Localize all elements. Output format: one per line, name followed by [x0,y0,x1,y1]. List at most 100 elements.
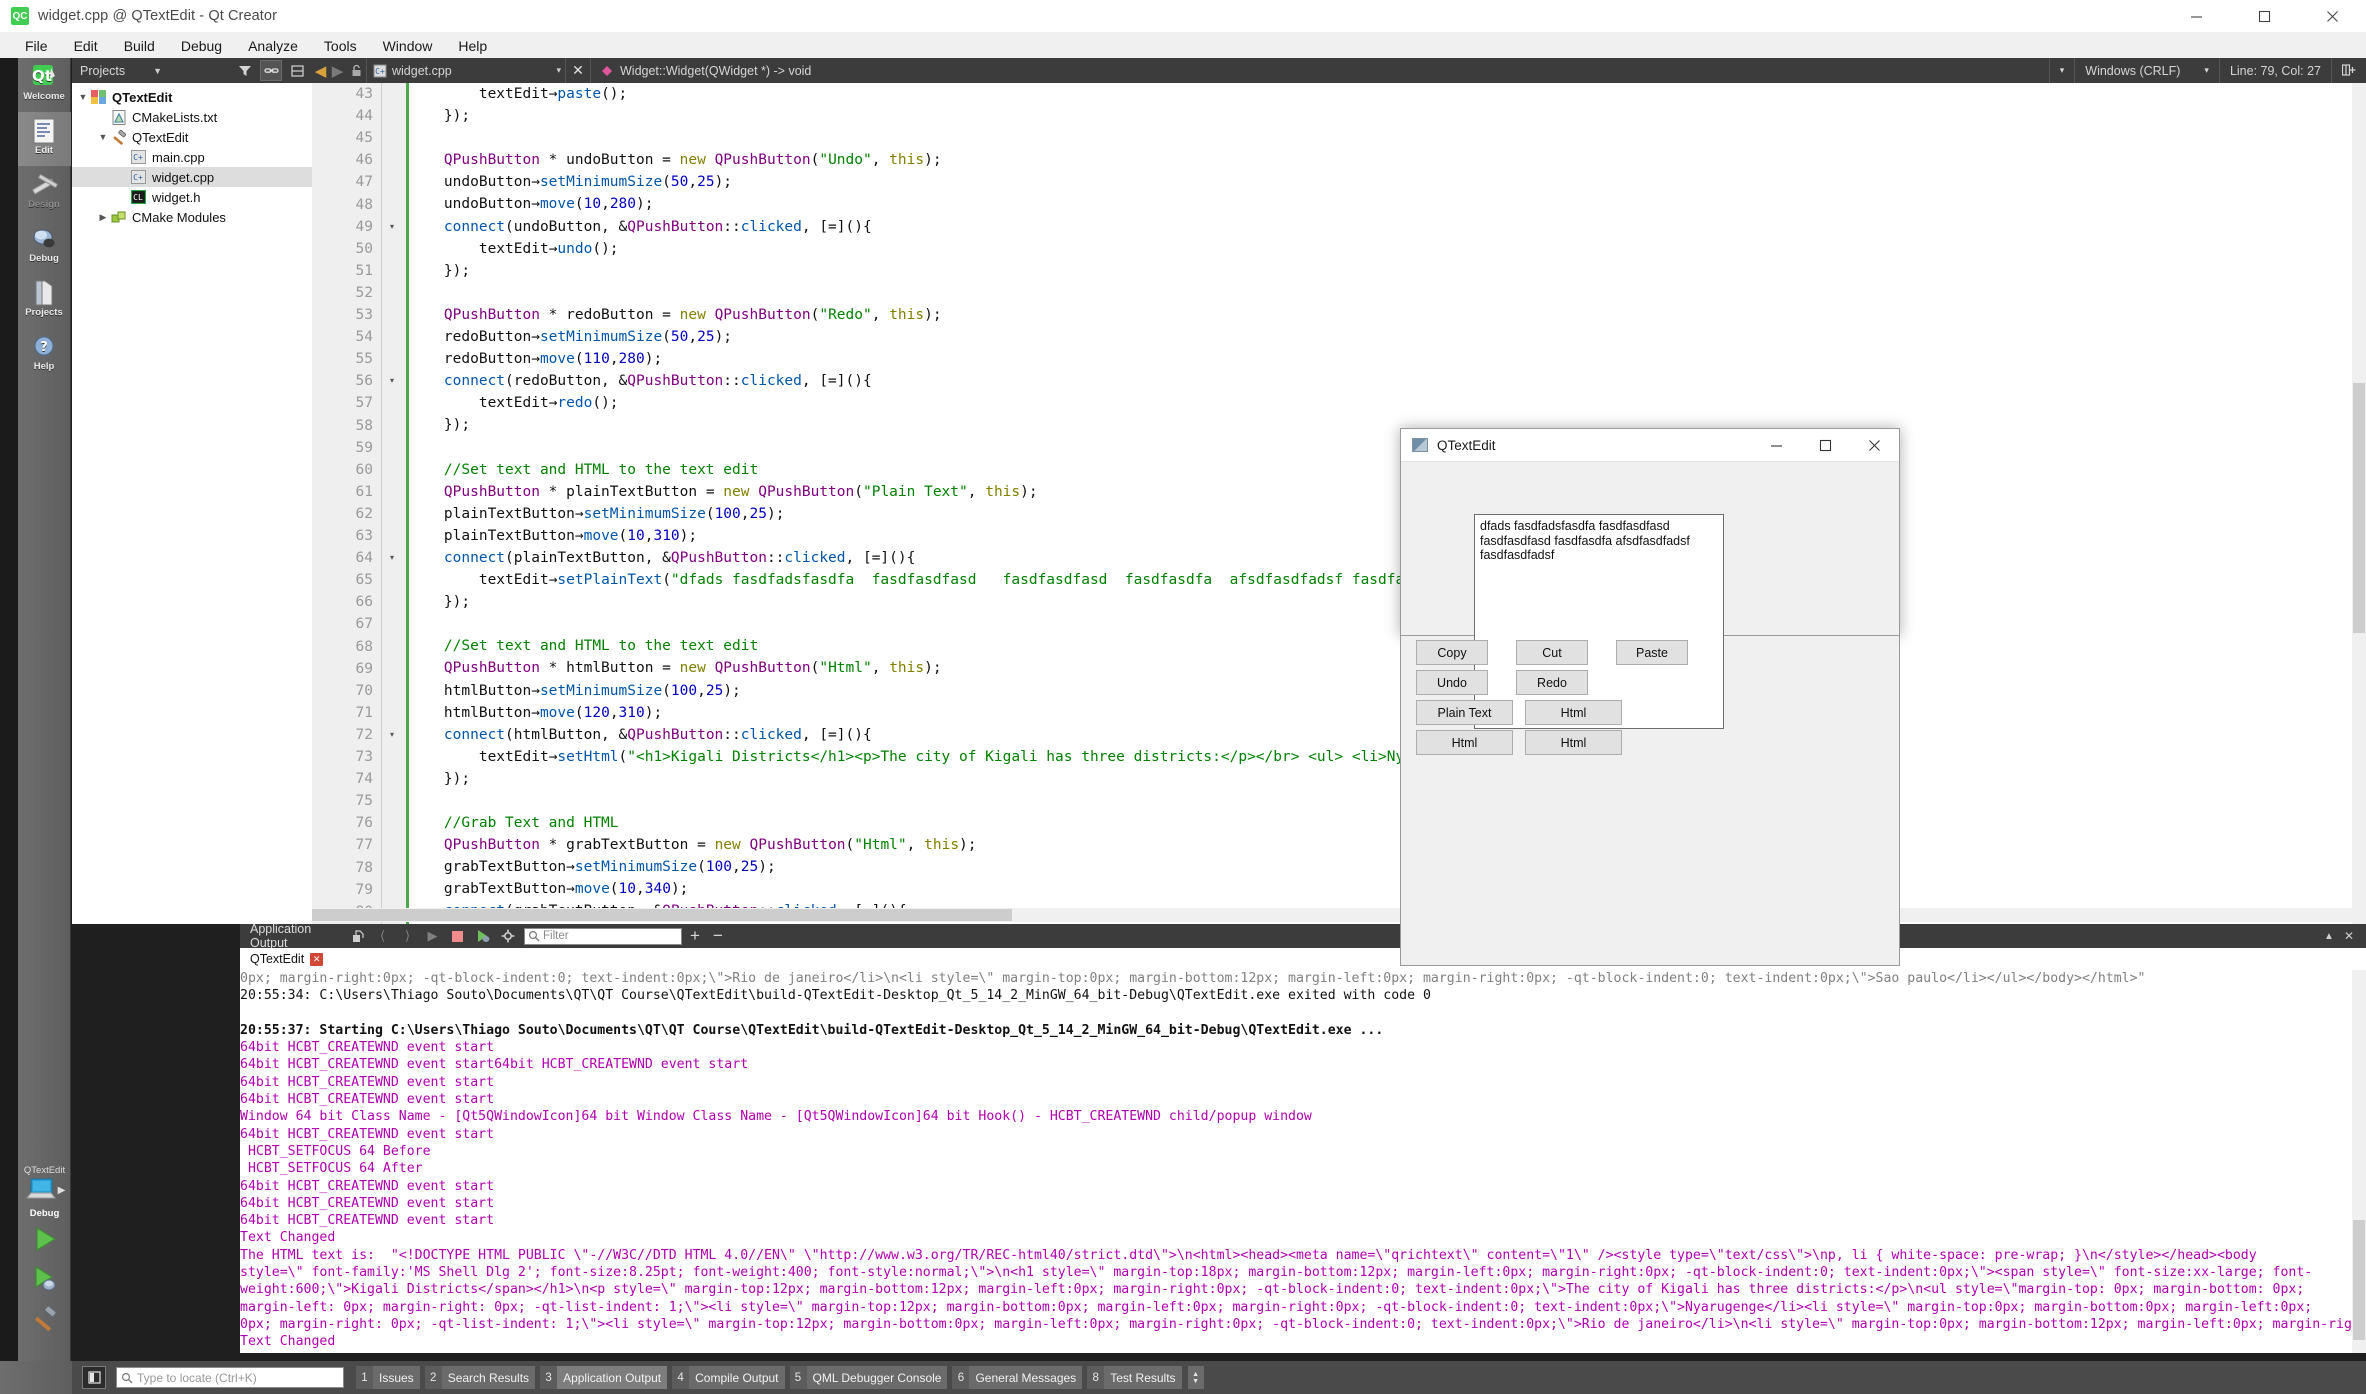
chevron-down-icon[interactable]: ▾ [2060,65,2065,76]
zoom-in-icon[interactable]: + [690,926,700,946]
output-pane-tab-application-output[interactable]: 3 Application Output [540,1366,668,1389]
tree-item-widget-h[interactable]: CL widget.h [72,187,312,207]
chevron-down-icon[interactable]: ▼ [153,66,162,76]
locator-input[interactable]: Type to locate (Ctrl+K) [116,1367,344,1388]
output-pane-tab-general-messages[interactable]: 6 General Messages [952,1366,1083,1389]
tree-item-main-cpp[interactable]: C+ main.cpp [72,147,312,167]
close-icon[interactable] [2298,0,2366,33]
zoom-out-icon[interactable]: − [713,926,723,946]
code-token: 25 [740,859,759,876]
dialog-button-html-8[interactable]: Html [1525,730,1622,755]
attach-debugger-icon[interactable] [470,924,495,948]
tree-item-cmakelists-txt[interactable]: CMakeLists.txt [72,107,312,127]
maximize-icon[interactable] [1801,429,1850,462]
dialog-button-html-7[interactable]: Html [1416,730,1513,755]
close-icon[interactable] [1850,429,1899,462]
close-panel-icon[interactable]: ✕ [2344,929,2354,943]
split-icon[interactable] [286,60,308,81]
fold-toggle-icon[interactable]: ▾ [390,547,394,569]
close-document-icon[interactable]: ✕ [566,62,590,79]
open-file-combo[interactable]: C+ widget.cpp ▾ [366,58,566,83]
close-icon[interactable]: ✕ [310,952,324,966]
menu-item-file[interactable]: File [12,35,61,57]
output-tab-qtextedit[interactable]: QTextEdit ✕ [240,952,324,966]
project-tree[interactable]: ▼ QTextEdit CMakeLists.txt ▼ QTextEdit C+ main… [72,83,312,924]
fold-toggle-icon[interactable]: ▾ [390,370,394,392]
encoding-combo[interactable]: ▾ [2048,58,2075,83]
fold-column[interactable]: ▾▾▾▾▾▾ [382,83,406,924]
symbol-combo[interactable]: Widget::Widget(QWidget *) -> void [590,58,811,83]
dialog-button-paste-2[interactable]: Paste [1616,640,1688,665]
tree-item-qtextedit[interactable]: ▼ QTextEdit [72,87,312,107]
menu-item-edit[interactable]: Edit [61,35,111,57]
output-pane-tab-qml-debugger-console[interactable]: 5 QML Debugger Console [789,1366,948,1389]
output-pane-tab-issues[interactable]: 1 Issues [356,1366,420,1389]
mode-debug[interactable]: Debug [18,220,71,274]
tree-item-qtextedit[interactable]: ▼ QTextEdit [72,127,312,147]
tree-item-widget-cpp[interactable]: C+ widget.cpp [72,167,312,187]
build-button[interactable] [25,1299,65,1339]
dialog-button-html-6[interactable]: Html [1525,700,1622,725]
chevron-down-icon[interactable]: ▾ [2204,65,2209,76]
dialog-button-undo-3[interactable]: Undo [1416,670,1488,695]
chevron-down-icon[interactable]: ▼ [76,92,90,102]
fold-toggle-icon[interactable]: ▾ [390,724,394,746]
tree-item-cmake-modules[interactable]: ▶ CMake Modules [72,207,312,227]
rerun-icon[interactable]: ▶ [420,924,445,948]
code-text-area[interactable]: textEdit→paste(); }); QPushButton * undo… [409,83,2352,924]
menu-item-tools[interactable]: Tools [311,35,370,57]
editor-horizontal-scrollbar[interactable] [312,908,2352,922]
split-editor-icon[interactable] [2331,58,2366,83]
line-ending-combo[interactable]: Windows (CRLF) ▾ [2074,58,2219,83]
qtextedit-content[interactable]: dfads fasdfadsfasdfa fasdfasdfasd fasdfa… [1474,514,1724,729]
output-pane-tab-search-results[interactable]: 2 Search Results [424,1366,536,1389]
output-filter-input[interactable]: Filter [524,927,682,945]
kit-target-button[interactable]: ▶ [24,1176,65,1204]
stop-icon[interactable] [445,924,470,948]
sidebar-toggle-icon[interactable] [82,1366,106,1389]
chevron-down-icon[interactable]: ▾ [556,65,561,76]
mode-projects[interactable]: Projects [18,274,71,328]
scrollbar-thumb[interactable] [312,909,1012,921]
mode-welcome[interactable]: Qt Welcome [18,58,71,112]
menu-item-build[interactable]: Build [111,35,168,57]
navigate-forward-icon[interactable]: ▶ [329,62,346,80]
projects-panel-title[interactable]: Projects ▼ [72,58,232,83]
collapse-panel-icon[interactable]: ▲ [2324,931,2334,942]
dialog-button-redo-4[interactable]: Redo [1516,670,1588,695]
run-button[interactable] [25,1219,65,1259]
code-editor[interactable]: 43 44 45 46 47 48 49 50 51 52 53 54 55 56 57 58 59 60 61 62… [312,83,2352,924]
navigate-back-icon[interactable]: ◀ [312,62,329,80]
settings-gear-icon[interactable] [495,924,520,948]
copy-output-icon[interactable] [345,924,370,948]
prev-item-icon[interactable]: ⟨ [370,924,395,948]
dialog-button-copy-0[interactable]: Copy [1416,640,1488,665]
minimize-icon[interactable] [1752,429,1801,462]
start-debugging-button[interactable] [25,1259,65,1299]
next-item-icon[interactable]: ⟩ [395,924,420,948]
mode-help[interactable]: ? Help [18,328,71,382]
up-down-arrows-icon[interactable]: ▲ ▼ [1187,1366,1204,1389]
mode-edit[interactable]: Edit [17,112,71,166]
menu-item-help[interactable]: Help [445,35,500,57]
link-icon[interactable] [260,60,282,81]
dialog-button-plain-text-5[interactable]: Plain Text [1416,700,1513,725]
chevron-down-icon[interactable]: ▼ [96,132,110,142]
menu-item-window[interactable]: Window [370,35,446,57]
scrollbar-thumb[interactable] [2353,1220,2365,1340]
filter-icon[interactable] [234,60,256,81]
chevron-right-icon[interactable]: ▶ [96,212,110,223]
menu-item-analyze[interactable]: Analyze [235,35,311,57]
dialog-button-cut-1[interactable]: Cut [1516,640,1588,665]
editor-vertical-scrollbar[interactable] [2352,83,2366,924]
output-pane-tab-test-results[interactable]: 8 Test Results [1087,1366,1182,1389]
minimize-icon[interactable] [2162,0,2230,33]
application-output-text[interactable]: 0px; margin-right:0px; -qt-block-indent:… [240,970,2352,1353]
unlock-icon[interactable] [346,64,366,77]
maximize-icon[interactable] [2230,0,2298,33]
output-pane-tab-compile-output[interactable]: 4 Compile Output [672,1366,785,1389]
scrollbar-thumb[interactable] [2353,383,2365,633]
fold-toggle-icon[interactable]: ▾ [390,216,394,238]
menu-item-debug[interactable]: Debug [168,35,235,57]
output-vertical-scrollbar[interactable] [2352,970,2366,1353]
